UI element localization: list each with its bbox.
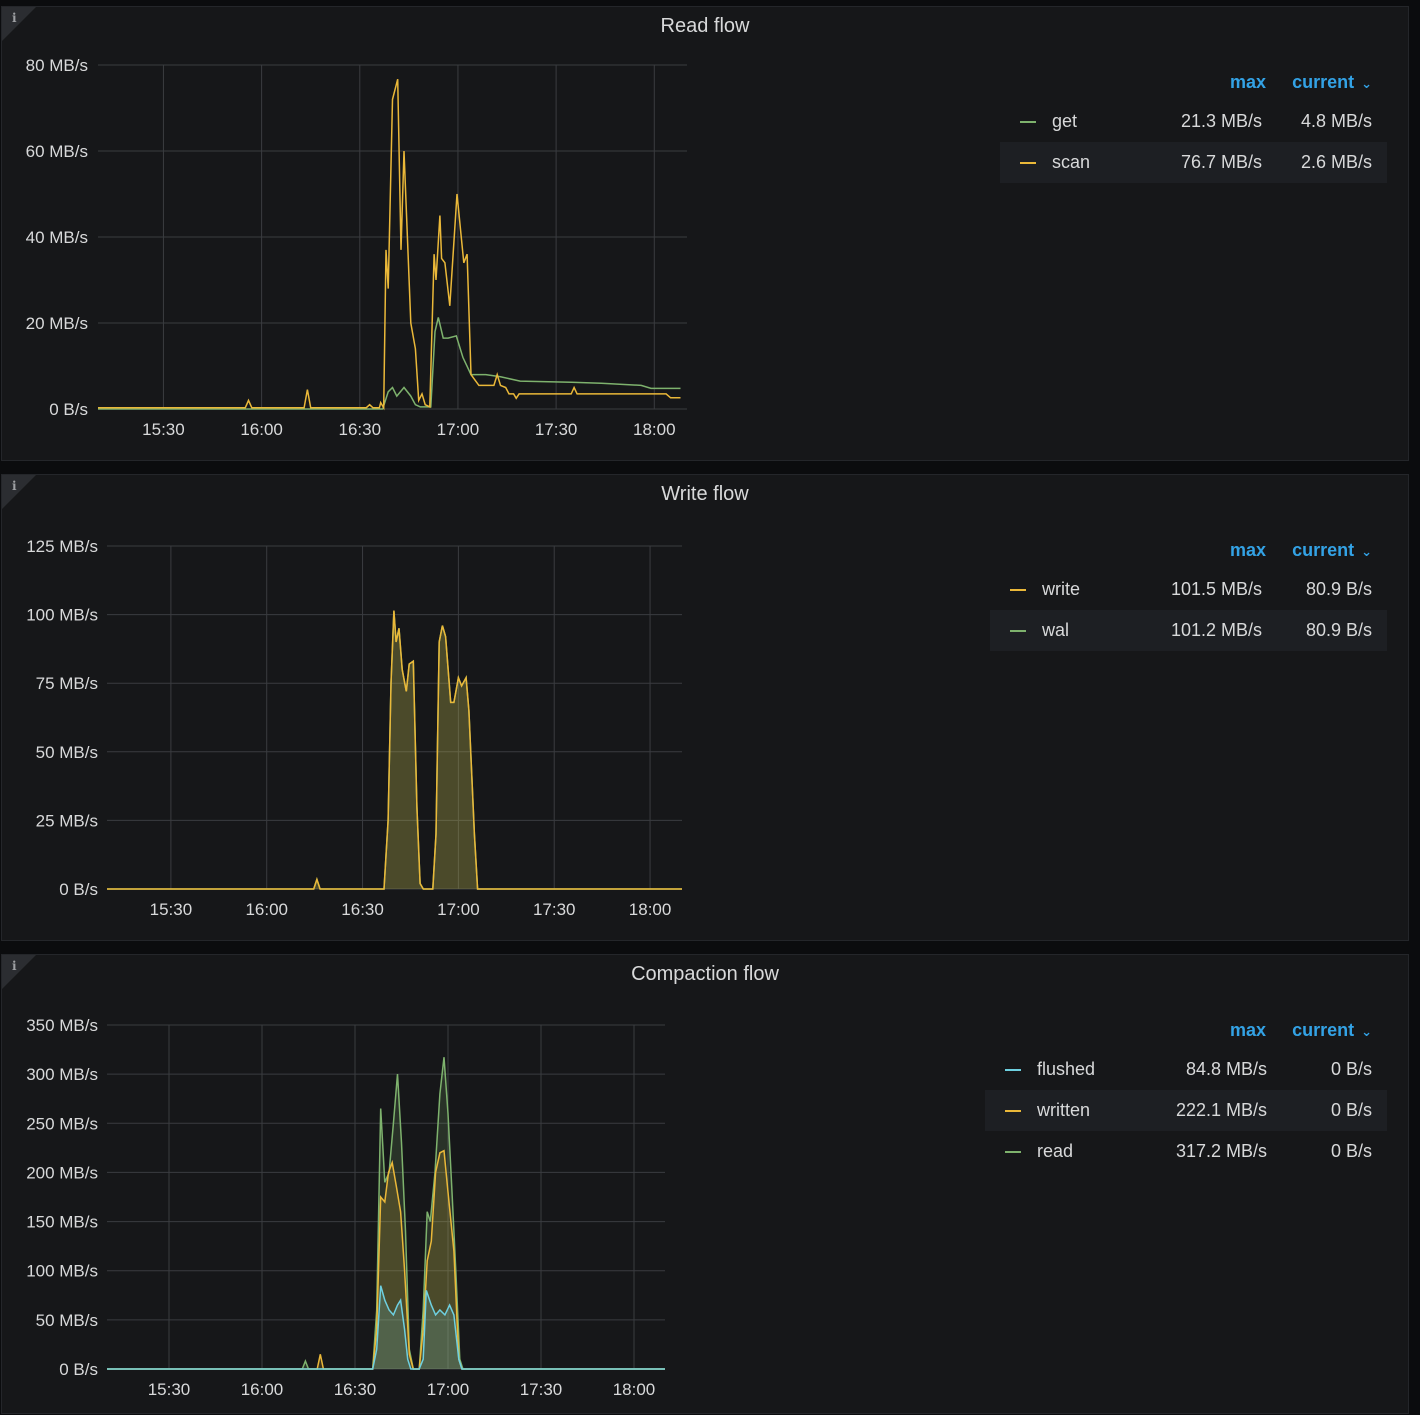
legend-current-header[interactable]: current ⌄ [1292,1020,1387,1041]
compaction-flow-panel: i Compaction flow 0 B/s 50 MB/s 100 MB/s 150… [1,954,1409,1414]
x-tick-label: 17:30 [535,420,578,439]
legend-header: max current ⌄ [985,1011,1387,1049]
y-tick-label: 250 MB/s [26,1114,98,1133]
legend-current-value: 0 B/s [1330,1141,1372,1161]
y-tick-label: 20 MB/s [26,314,88,333]
legend-max-value: 222.1 MB/s [1175,1100,1267,1120]
x-tick-label: 16:30 [341,900,384,919]
legend-item-wal[interactable]: wal 101.2 MB/s 80.9 B/s [990,610,1387,651]
legend-current-value: 80.9 B/s [1305,620,1372,640]
legend-series-name[interactable]: read [1037,1141,1152,1162]
y-tick-label: 50 MB/s [36,1311,98,1330]
legend-header: max current ⌄ [990,531,1387,569]
legend-series-name[interactable]: flushed [1037,1059,1152,1080]
legend-max-value: 101.5 MB/s [1170,579,1262,599]
y-tick-label: 0 B/s [49,400,88,419]
legend-current-value: 0 B/s [1330,1100,1372,1120]
legend-current-value: 80.9 B/s [1305,579,1372,599]
legend-max-value: 76.7 MB/s [1180,152,1262,172]
compaction-flow-chart: 0 B/s 50 MB/s 100 MB/s 150 MB/s 200 MB/s 250 … [26,1016,665,1399]
legend-current-header[interactable]: current ⌄ [1292,72,1387,93]
legend-current-value: 4.8 MB/s [1300,111,1372,131]
x-tick-label: 18:00 [629,900,672,919]
x-tick-label: 16:30 [339,420,382,439]
legend-series-name[interactable]: written [1037,1100,1152,1121]
y-tick-label: 200 MB/s [26,1163,98,1182]
legend-series-name[interactable]: scan [1052,152,1147,173]
legend-max-value: 84.8 MB/s [1185,1059,1267,1079]
y-tick-label: 75 MB/s [36,674,98,693]
series-color-swatch[interactable] [1020,120,1036,123]
x-tick-label: 17:00 [437,900,480,919]
read-flow-chart: 0 B/s 20 MB/s 40 MB/s 60 MB/s 80 MB/s 15:30 16… [26,56,687,439]
series-line-scan[interactable] [98,79,681,411]
legend-max-header[interactable]: max [1230,540,1266,561]
series-color-swatch[interactable] [1005,1109,1021,1112]
series-color-swatch[interactable] [1010,629,1026,632]
legend-item-written[interactable]: written 222.1 MB/s 0 B/s [985,1090,1387,1131]
read-flow-panel: i Read flow 0 B/s 20 MB/s 40 MB/s 60 MB/s 80 … [1,6,1409,461]
legend-current-header[interactable]: current ⌄ [1292,540,1387,561]
y-tick-label: 125 MB/s [26,537,98,556]
chevron-down-icon: ⌄ [1361,75,1372,91]
y-tick-label: 350 MB/s [26,1016,98,1035]
y-tick-label: 300 MB/s [26,1065,98,1084]
x-tick-label: 17:00 [427,1380,470,1399]
series-color-swatch[interactable] [1020,161,1036,164]
legend: max current ⌄ flushed 84.8 MB/s 0 B/s wri… [985,1011,1387,1172]
y-tick-label: 0 B/s [59,1360,98,1379]
legend-max-value: 317.2 MB/s [1175,1141,1267,1161]
y-tick-label: 100 MB/s [26,1262,98,1281]
current-label: current [1292,71,1355,92]
y-tick-label: 100 MB/s [26,606,98,625]
x-tick-label: 15:30 [142,420,185,439]
chevron-down-icon: ⌄ [1361,543,1372,559]
x-tick-label: 17:30 [520,1380,563,1399]
series-area-write [107,610,682,889]
y-tick-label: 25 MB/s [36,811,98,830]
x-tick-label: 16:00 [240,420,283,439]
series-color-swatch[interactable] [1010,588,1026,591]
y-tick-label: 80 MB/s [26,56,88,75]
y-tick-label: 0 B/s [59,880,98,899]
chevron-down-icon: ⌄ [1361,1023,1372,1039]
current-label: current [1292,1019,1355,1040]
legend-max-header[interactable]: max [1230,72,1266,93]
x-tick-label: 15:30 [148,1380,191,1399]
legend-item-write[interactable]: write 101.5 MB/s 80.9 B/s [990,569,1387,610]
legend: max current ⌄ write 101.5 MB/s 80.9 B/s w… [990,531,1387,651]
x-tick-label: 17:00 [437,420,480,439]
y-tick-label: 150 MB/s [26,1213,98,1232]
write-flow-panel: i Write flow 0 B/s 25 MB/s 50 MB/s 75 MB/s 10… [1,474,1409,941]
x-tick-label: 16:30 [334,1380,377,1399]
legend-current-value: 0 B/s [1330,1059,1372,1079]
legend-item-scan[interactable]: scan 76.7 MB/s 2.6 MB/s [1000,142,1387,183]
x-tick-label: 18:00 [633,420,676,439]
series-color-swatch[interactable] [1005,1150,1021,1153]
legend-item-get[interactable]: get 21.3 MB/s 4.8 MB/s [1000,101,1387,142]
write-flow-chart: 0 B/s 25 MB/s 50 MB/s 75 MB/s 100 MB/s 125 MB… [26,537,682,919]
x-tick-label: 16:00 [241,1380,284,1399]
y-tick-label: 60 MB/s [26,142,88,161]
x-tick-label: 18:00 [613,1380,656,1399]
legend-max-value: 101.2 MB/s [1170,620,1262,640]
legend-series-name[interactable]: get [1052,111,1147,132]
x-tick-label: 15:30 [150,900,193,919]
y-tick-label: 50 MB/s [36,743,98,762]
legend-max-header[interactable]: max [1230,1020,1266,1041]
legend-item-flushed[interactable]: flushed 84.8 MB/s 0 B/s [985,1049,1387,1090]
legend-header: max current ⌄ [1000,63,1387,101]
current-label: current [1292,539,1355,560]
legend-series-name[interactable]: write [1042,579,1137,600]
x-tick-label: 17:30 [533,900,576,919]
legend-current-value: 2.6 MB/s [1300,152,1372,172]
legend-series-name[interactable]: wal [1042,620,1137,641]
legend-max-value: 21.3 MB/s [1180,111,1262,131]
legend-item-read[interactable]: read 317.2 MB/s 0 B/s [985,1131,1387,1172]
legend: max current ⌄ get 21.3 MB/s 4.8 MB/s scan… [1000,63,1387,183]
x-tick-label: 16:00 [245,900,288,919]
series-color-swatch[interactable] [1005,1068,1021,1071]
series-line-get[interactable] [98,317,681,410]
y-tick-label: 40 MB/s [26,228,88,247]
